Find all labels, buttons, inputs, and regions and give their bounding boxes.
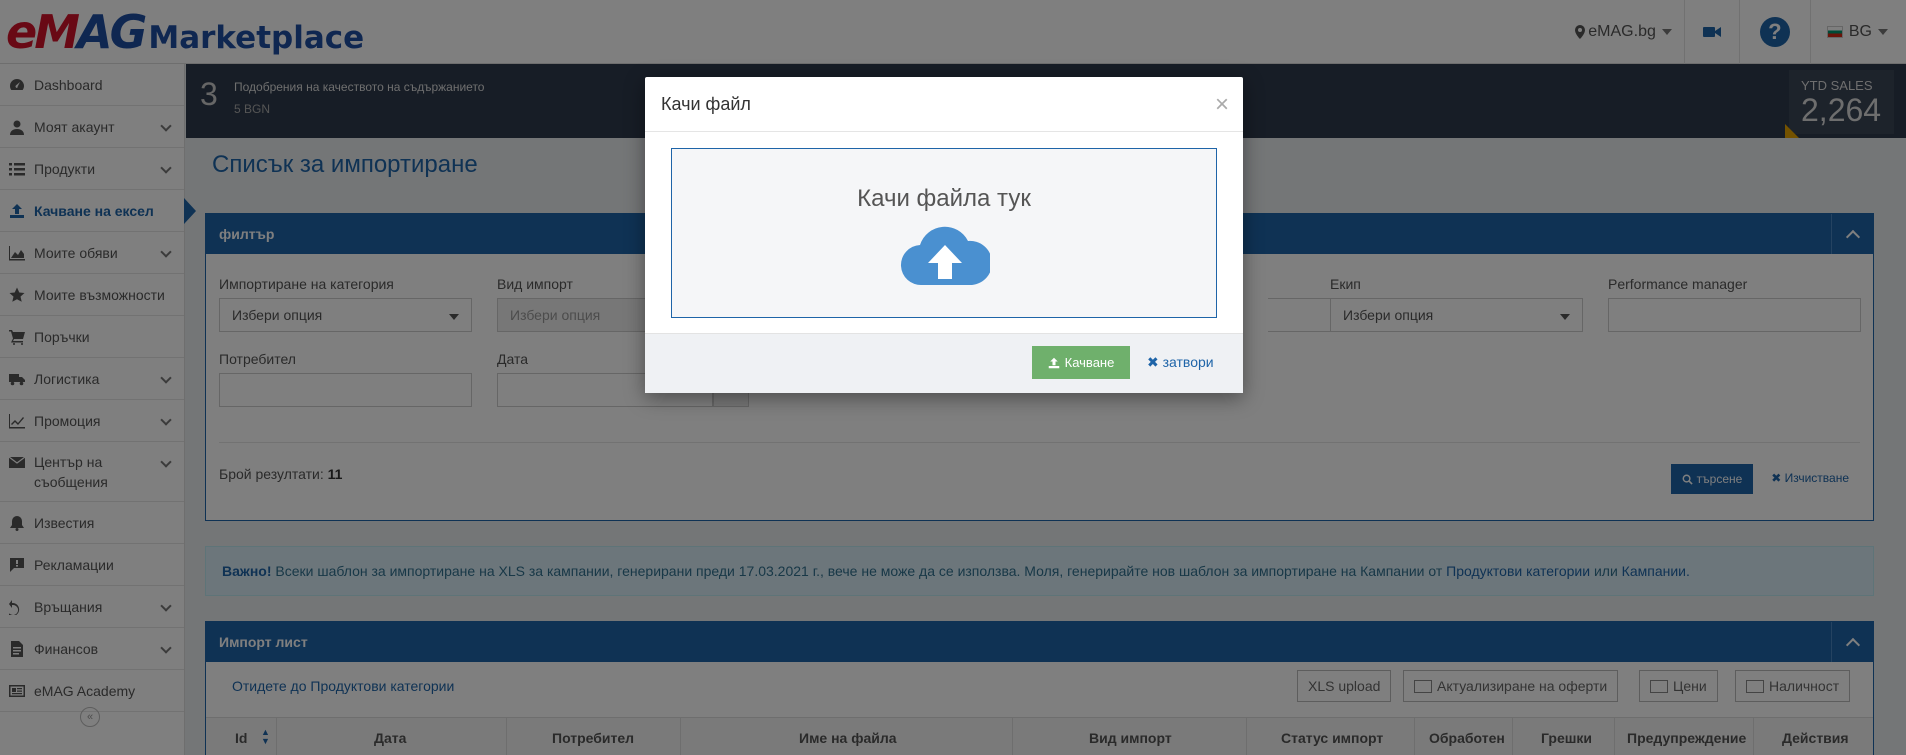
dropzone-text: Качи файла тук	[857, 185, 1031, 212]
modal-header: Качи файл ×	[645, 77, 1243, 132]
cloud-upload-icon	[900, 226, 990, 286]
modal-title: Качи файл	[661, 93, 751, 114]
close-icon[interactable]: ×	[1215, 93, 1229, 117]
close-modal-link[interactable]: ✖ затвори	[1147, 354, 1214, 371]
upload-button[interactable]: Качване	[1032, 346, 1130, 379]
modal-footer: Качване ✖ затвори	[645, 333, 1243, 393]
upload-icon	[1048, 357, 1059, 368]
file-dropzone[interactable]: Качи файла тук	[671, 148, 1217, 318]
close-icon: ✖	[1147, 354, 1159, 370]
upload-file-modal: Качи файл × Качи файла тук Качване ✖ зат…	[645, 77, 1243, 393]
